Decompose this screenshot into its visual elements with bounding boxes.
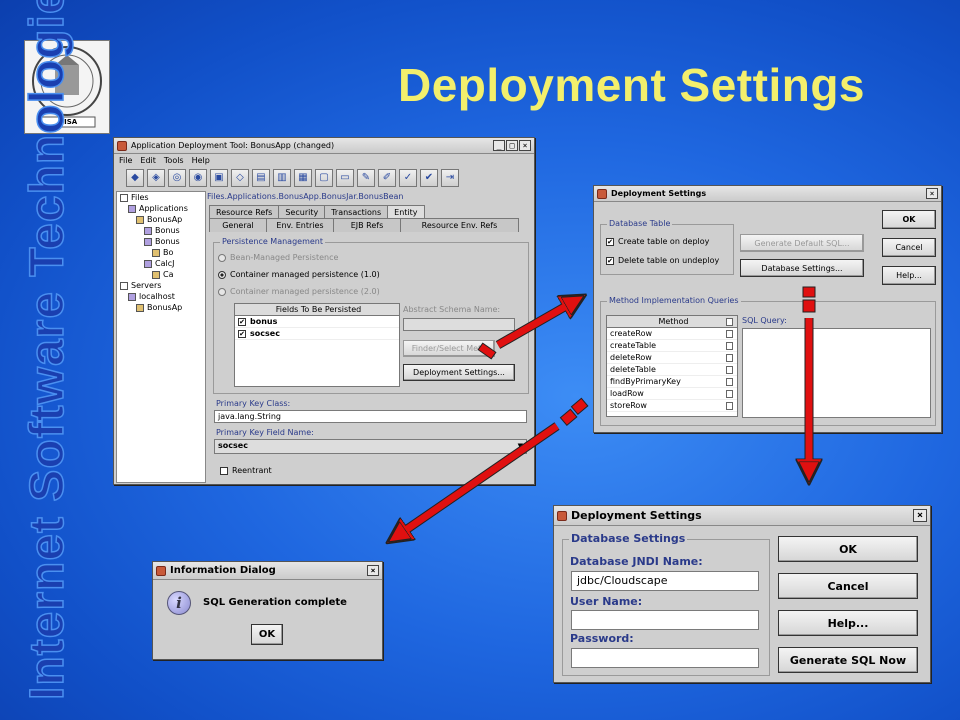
arrow-to-info-dialog: [397, 397, 589, 536]
arrow-to-db-dialog: [803, 286, 815, 472]
flow-arrows: [0, 286, 960, 720]
arrow-to-deploy-dialog: [477, 301, 575, 360]
